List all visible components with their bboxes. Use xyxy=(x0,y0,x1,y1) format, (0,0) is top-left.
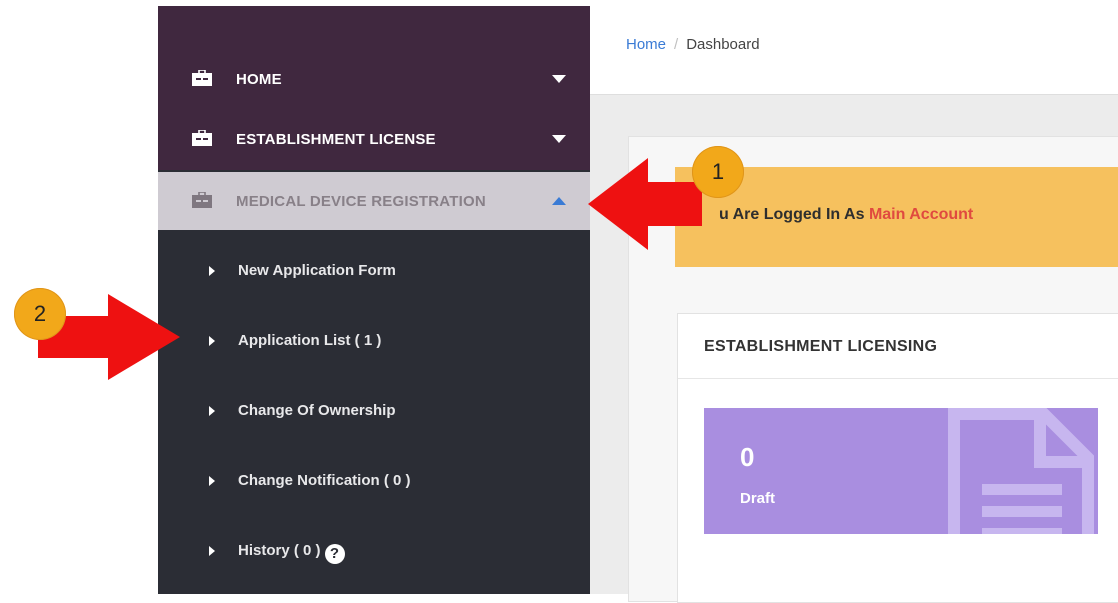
caret-up-icon xyxy=(552,197,566,205)
caret-right-icon xyxy=(209,546,215,556)
breadcrumb-bar: Home / Dashboard xyxy=(590,6,1118,95)
caret-right-icon xyxy=(209,406,215,416)
alert-account-name: Main Account xyxy=(868,206,974,223)
draft-count: 0 xyxy=(740,442,755,472)
submenu-history[interactable]: History ( 0 )? xyxy=(158,532,590,572)
caret-down-icon xyxy=(552,75,566,83)
sidebar-item-label: HOME xyxy=(236,70,282,88)
submenu-label: Application List ( 1 ) xyxy=(238,332,382,349)
briefcase-icon xyxy=(192,70,212,86)
card-header: ESTABLISHMENT LICENSING xyxy=(678,314,1118,379)
caret-right-icon xyxy=(209,266,215,276)
annotation-badge-1: 1 xyxy=(692,146,744,198)
main-content: Home / Dashboard u Are Logged In As Main A… xyxy=(590,6,1118,603)
caret-down-icon xyxy=(552,135,566,143)
submenu-label: Change Of Ownership xyxy=(238,402,396,419)
breadcrumb: Home / Dashboard xyxy=(626,36,760,53)
card-title: ESTABLISHMENT LICENSING xyxy=(704,338,938,355)
caret-right-icon xyxy=(209,336,215,346)
sidebar-item-establishment-license[interactable]: ESTABLISHMENT LICENSE xyxy=(158,110,590,168)
briefcase-icon xyxy=(192,192,212,208)
submenu-label: Change Notification ( 0 ) xyxy=(238,472,411,489)
submenu-new-application-form[interactable]: New Application Form xyxy=(158,252,590,292)
sidebar-item-label: MEDICAL DEVICE REGISTRATION xyxy=(236,192,486,210)
submenu-label: New Application Form xyxy=(238,262,396,279)
submenu-change-of-ownership[interactable]: Change Of Ownership xyxy=(158,392,590,432)
establishment-licensing-card: ESTABLISHMENT LICENSING 0 Draft xyxy=(677,313,1118,603)
sidebar-item-label: ESTABLISHMENT LICENSE xyxy=(236,130,436,148)
annotation-badge-2: 2 xyxy=(14,288,66,340)
submenu-label: History ( 0 )? xyxy=(238,542,345,564)
document-icon xyxy=(948,408,1094,534)
breadcrumb-home-link[interactable]: Home xyxy=(626,36,666,53)
alert-prefix: u Are Logged In As xyxy=(719,206,865,223)
sidebar-item-medical-device-registration[interactable]: MEDICAL DEVICE REGISTRATION xyxy=(158,172,590,230)
history-label: History ( 0 ) xyxy=(238,542,321,559)
draft-label: Draft xyxy=(740,490,776,507)
caret-right-icon xyxy=(209,476,215,486)
draft-stat-tile[interactable]: 0 Draft xyxy=(704,408,1098,534)
submenu-application-list[interactable]: Application List ( 1 ) xyxy=(158,322,590,362)
submenu-change-notification[interactable]: Change Notification ( 0 ) xyxy=(158,462,590,502)
sidebar-item-home[interactable]: HOME xyxy=(158,50,590,108)
sidebar: HOME ESTABLISHMENT LICENSE MEDICAL DEVIC… xyxy=(158,6,590,594)
alert-text: u Are Logged In As Main Account xyxy=(719,206,973,224)
breadcrumb-current: Dashboard xyxy=(686,36,760,53)
briefcase-icon xyxy=(192,130,212,146)
breadcrumb-separator: / xyxy=(674,36,679,53)
help-icon[interactable]: ? xyxy=(324,544,345,564)
annotation-arrow-1 xyxy=(588,158,702,250)
